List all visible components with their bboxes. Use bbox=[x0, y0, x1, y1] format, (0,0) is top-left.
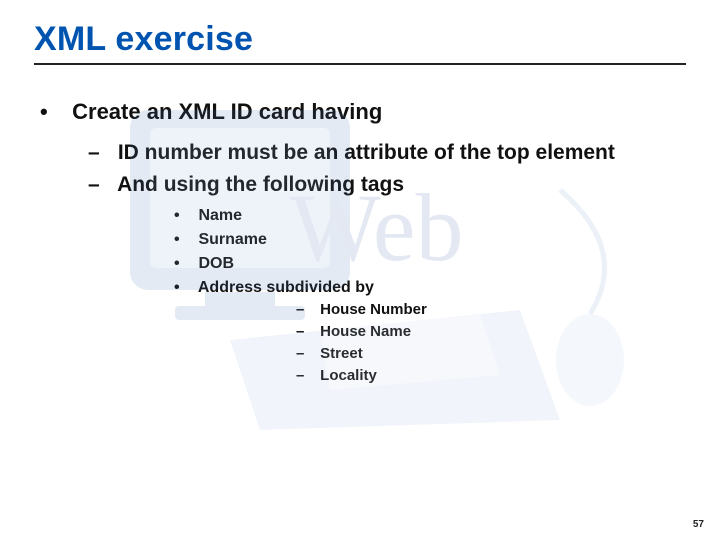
list-item: House Name bbox=[296, 323, 686, 340]
slide-title: XML exercise bbox=[34, 20, 686, 59]
list-item-text: Address subdivided by bbox=[198, 279, 374, 296]
list-item-text: Locality bbox=[320, 367, 377, 384]
list-item-text: And using the following tags bbox=[117, 173, 404, 196]
list-item: Create an XML ID card having ID number m… bbox=[42, 99, 686, 384]
list-item: House Number bbox=[296, 301, 686, 318]
list-item: And using the following tags Name Surnam… bbox=[88, 173, 686, 384]
title-rule bbox=[34, 63, 686, 65]
list-item-text: DOB bbox=[198, 255, 234, 272]
list-item-text: House Number bbox=[320, 301, 427, 318]
list-item: Address subdivided by House Number House… bbox=[174, 279, 686, 384]
list-item: Name bbox=[174, 207, 686, 225]
list-item-text: Surname bbox=[198, 231, 266, 248]
list-item: Locality bbox=[296, 367, 686, 384]
page-number: 57 bbox=[693, 519, 704, 530]
list-item: ID number must be an attribute of the to… bbox=[88, 141, 686, 165]
list-item-text: ID number must be an attribute of the to… bbox=[118, 141, 615, 164]
list-item-text: House Name bbox=[320, 323, 411, 340]
slide: Web XML exercise Create an XML ID card h… bbox=[0, 0, 720, 540]
bullet-list: Create an XML ID card having ID number m… bbox=[34, 99, 686, 384]
list-item-text: Create an XML ID card having bbox=[72, 99, 382, 124]
list-item: Surname bbox=[174, 231, 686, 249]
list-item-text: Street bbox=[320, 345, 363, 362]
list-item: DOB bbox=[174, 255, 686, 273]
list-item: Street bbox=[296, 345, 686, 362]
list-item-text: Name bbox=[198, 207, 242, 224]
